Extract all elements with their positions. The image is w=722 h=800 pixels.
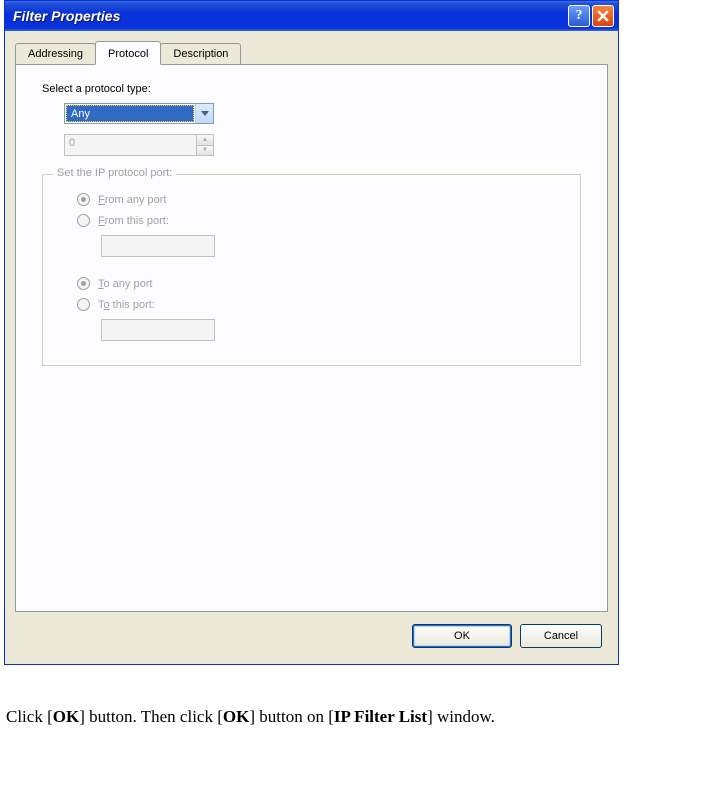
radio-from-this-port: From this port: (59, 210, 564, 231)
protocol-type-dropdown[interactable]: Any (64, 103, 214, 124)
title-controls: ? (568, 5, 614, 27)
tab-protocol[interactable]: Protocol (95, 41, 161, 65)
radio-icon (77, 193, 90, 206)
tab-panel-protocol: Select a protocol type: Any 0 ▲ ▼ Set th… (15, 64, 608, 612)
groupbox-legend: Set the IP protocol port: (53, 167, 176, 179)
cancel-button[interactable]: Cancel (520, 624, 602, 648)
help-button[interactable]: ? (568, 5, 590, 27)
button-bar: OK Cancel (5, 612, 618, 664)
from-this-port-label: From this port: (98, 215, 169, 227)
title-bar: Filter Properties ? (5, 1, 618, 31)
ok-button[interactable]: OK (412, 624, 512, 648)
radio-from-any-port: From any port (59, 189, 564, 210)
close-button[interactable] (592, 5, 614, 27)
help-icon: ? (576, 8, 583, 24)
tab-strip: Addressing Protocol Description (5, 31, 618, 64)
select-protocol-label: Select a protocol type: (42, 83, 581, 95)
chevron-down-icon (201, 111, 209, 117)
from-any-port-label: From any port (98, 194, 166, 206)
protocol-number-spinner: 0 ▲ ▼ (64, 134, 214, 156)
dialog-window: Filter Properties ? Addressing Protocol … (4, 0, 619, 665)
window-title: Filter Properties (13, 8, 568, 24)
to-port-input (101, 319, 215, 341)
radio-icon (77, 298, 90, 311)
spinner-buttons: ▲ ▼ (196, 135, 213, 155)
spinner-up-button: ▲ (196, 135, 213, 146)
tab-description[interactable]: Description (160, 43, 241, 64)
dropdown-arrow-button[interactable] (195, 104, 213, 123)
radio-to-any-port: To any port (59, 273, 564, 294)
to-this-port-label: To this port: (98, 299, 155, 311)
spinner-down-button: ▼ (196, 146, 213, 156)
from-port-input (101, 235, 215, 257)
radio-icon (77, 214, 90, 227)
to-any-port-label: To any port (98, 278, 152, 290)
close-icon (597, 10, 609, 22)
protocol-number-value: 0 (65, 135, 196, 155)
tab-addressing[interactable]: Addressing (15, 43, 96, 64)
instruction-text: Click [OK] button. Then click [OK] butto… (6, 707, 722, 727)
ip-port-groupbox: Set the IP protocol port: From any port … (42, 174, 581, 366)
radio-to-this-port: To this port: (59, 294, 564, 315)
radio-icon (77, 277, 90, 290)
protocol-type-value: Any (66, 105, 194, 122)
